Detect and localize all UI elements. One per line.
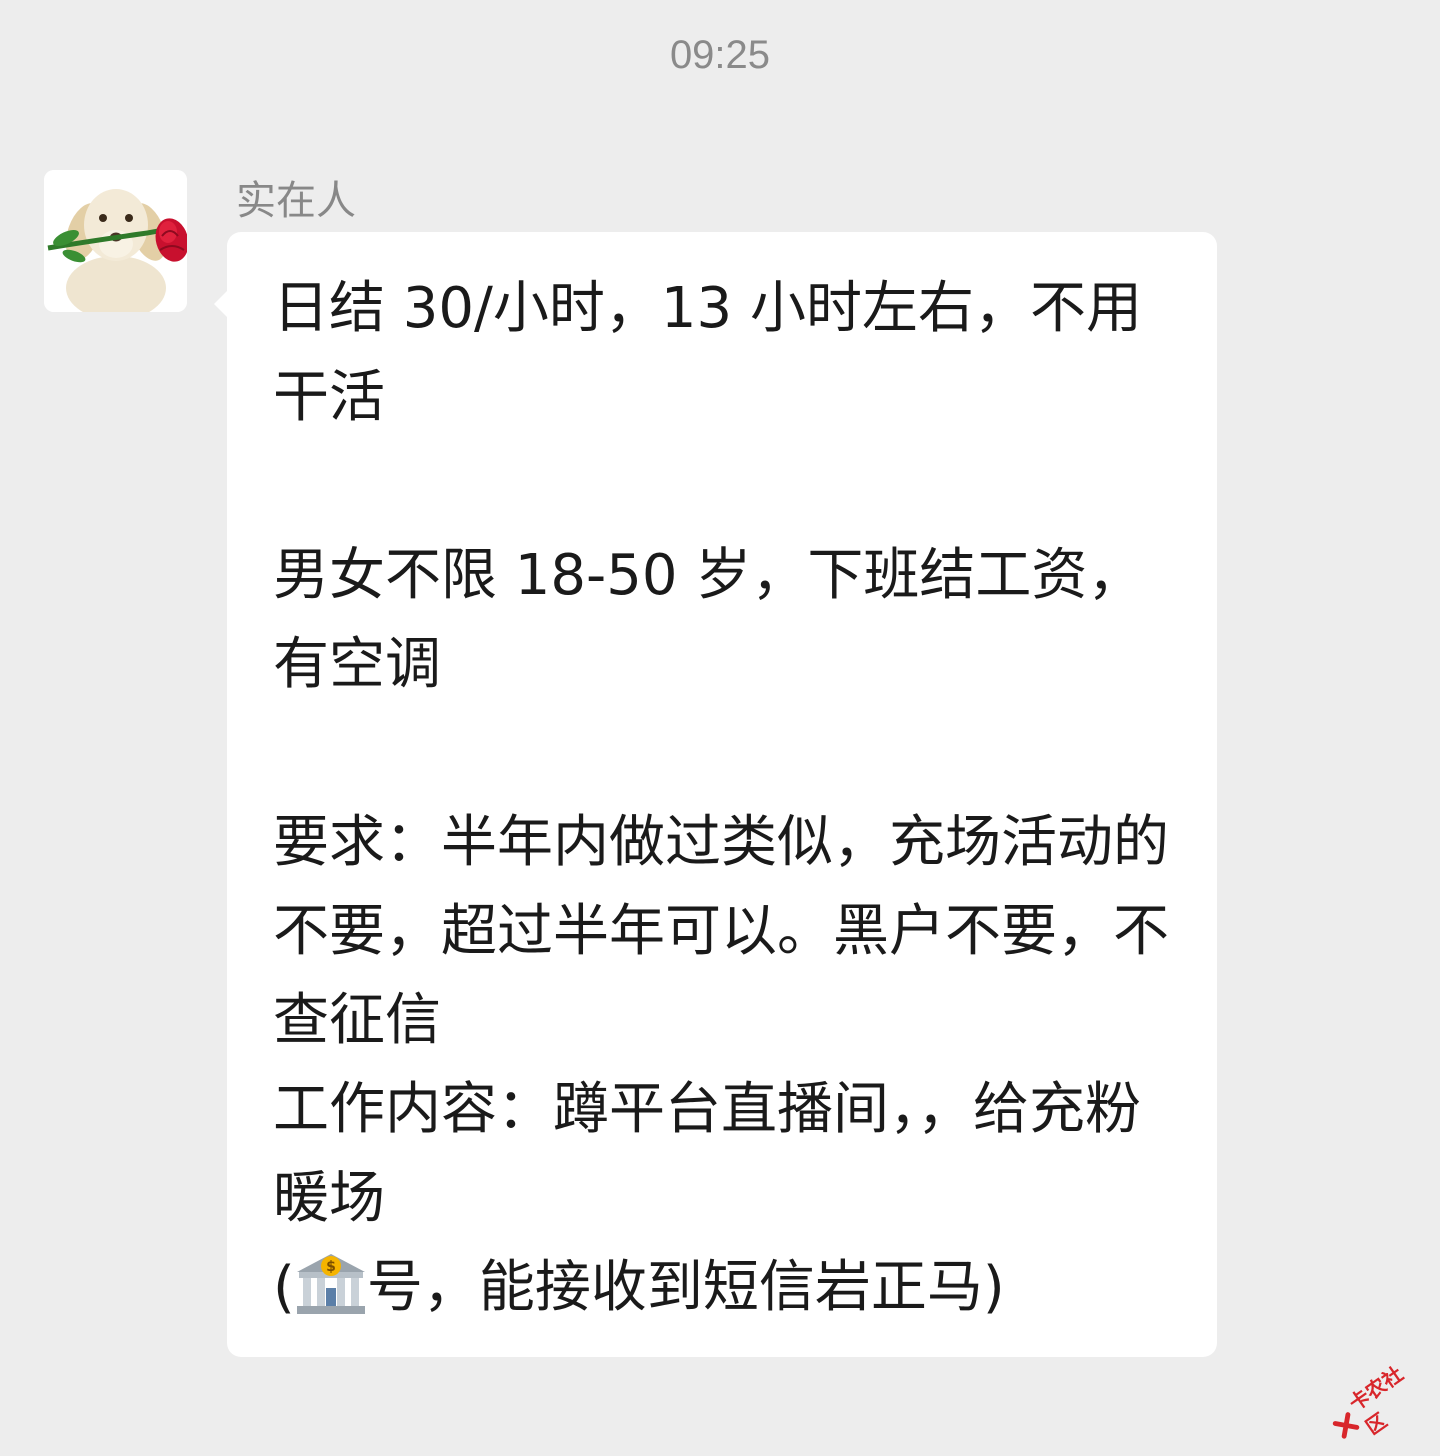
watermark: 卡农社区 (1325, 1356, 1434, 1449)
message-line: 男女不限 18-50 岁，下班结工资，有空调 (273, 543, 1144, 697)
message-line: 工作内容：蹲平台直播间，，给充粉暖场 (273, 1077, 1141, 1231)
bubble-tail (214, 290, 228, 318)
sender-name: 实在人 (236, 178, 356, 224)
message-line: 日结 30/小时，13 小时左右，不用干活 (273, 276, 1142, 430)
message-line-last: ( $ 号，能接收到短信岩正马) (273, 1254, 1005, 1320)
bank-icon: $ (296, 1254, 365, 1314)
svg-text:$: $ (326, 1259, 336, 1275)
message-line: 要求：半年内做过类似，充场活动的不要，超过半年可以。黑户不要，不查征信 (273, 810, 1169, 1053)
sender-avatar[interactable] (44, 170, 187, 312)
paren-open: ( (273, 1255, 295, 1320)
message-bubble[interactable]: 日结 30/小时，13 小时左右，不用干活 男女不限 18-50 岁，下班结工资… (214, 232, 1217, 1357)
last-line-text: 号，能接收到短信岩正马) (366, 1255, 1005, 1320)
chat-timestamp: 09:25 (669, 33, 771, 77)
message-text: 日结 30/小时，13 小时左右，不用干活 男女不限 18-50 岁，下班结工资… (273, 264, 1193, 1332)
dog-with-rose-avatar-icon (44, 170, 187, 312)
